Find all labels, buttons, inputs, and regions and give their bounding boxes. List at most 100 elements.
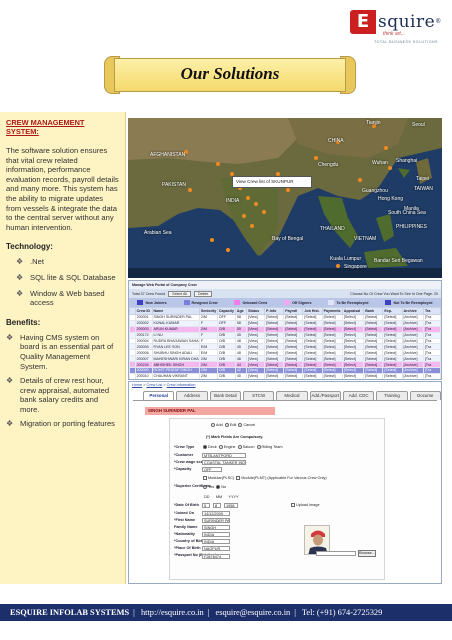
map-label: Taipei: [416, 176, 430, 182]
description-panel: CREW MANAGEMENT SYSTEM: The software sol…: [0, 112, 126, 584]
column-header: Payments: [321, 307, 343, 315]
dob-day-select[interactable]: 5: [202, 503, 210, 508]
joined-on-label: *Joined On: [174, 511, 195, 515]
passport-field[interactable]: F2878474: [202, 554, 230, 559]
family-name-field[interactable]: SINGH: [202, 525, 230, 530]
first-name-field[interactable]: SURINDER PAL: [202, 518, 230, 523]
country-of-birth-select[interactable]: INDIA: [202, 539, 230, 544]
no-radio[interactable]: [216, 485, 221, 489]
place-of-birth-label: *Place Of Birth: [174, 546, 201, 550]
tab-cdc[interactable]: Add. CDC: [342, 391, 375, 400]
module-checkbox[interactable]: [236, 476, 241, 480]
browse-button[interactable]: Browse...: [358, 550, 376, 557]
breadcrumb-crew-info[interactable]: Crew Information: [167, 383, 196, 387]
map-info-popup[interactable]: View Crew list of SKUNPUR: [232, 176, 312, 188]
column-header: Payroll: [283, 307, 304, 315]
add-radio[interactable]: [211, 423, 215, 427]
upload-image-checkbox[interactable]: [291, 503, 295, 507]
breadcrumb-crew-list[interactable]: Crew List: [146, 383, 162, 387]
status-legend: New Joiners Resigned Crew Onboard Crew O…: [129, 298, 441, 307]
tab-training[interactable]: Training: [376, 391, 408, 400]
crew-location-map[interactable]: Tianjin Seoul CHINA AFGHANISTAN PAKISTAN…: [128, 118, 442, 278]
dob-month-select[interactable]: 8: [213, 503, 221, 508]
tab-address[interactable]: Address: [176, 391, 208, 400]
yes-radio[interactable]: [203, 485, 207, 489]
deck-radio[interactable]: [203, 445, 207, 449]
capacity-select[interactable]: OFF: [202, 467, 222, 472]
column-header: Tra: [422, 307, 441, 315]
form-tabs: Personal Address Bank Detail STCW Medica…: [129, 389, 441, 400]
map-label: Kuala Lumpur: [330, 256, 362, 262]
column-header: Archive: [401, 307, 424, 315]
tab-passport[interactable]: Add./Passport: [309, 391, 341, 400]
row-action-link[interactable]: [Select]: [321, 372, 343, 379]
select-all-button[interactable]: Select All: [168, 290, 191, 297]
tab-bank-detail[interactable]: Bank Detail: [209, 391, 241, 400]
legend-item: New Joiners: [137, 300, 167, 305]
map-label: Manila: [404, 206, 419, 212]
table-cell[interactable]: CHAUHAN VIKRANT: [151, 372, 200, 379]
riding-team-radio[interactable]: [256, 445, 261, 449]
edit-radio[interactable]: [224, 423, 229, 427]
website-link[interactable]: http://esquire.co.in: [141, 608, 204, 617]
legend-swatch: [234, 300, 241, 305]
page-title: Our Solutions: [180, 64, 280, 83]
modular-checkbox[interactable]: [203, 476, 207, 480]
row-action-link[interactable]: [Select]: [382, 372, 403, 379]
cancel-radio[interactable]: [238, 423, 243, 427]
customer-label: *Customer: [174, 453, 194, 457]
grid-toolbar: Total 37 Crew Found Select All Delete Ch…: [129, 289, 441, 298]
date-column-headers: DD MM YYYY: [204, 495, 239, 499]
table-row[interactable]: 200010 CHAUHAN VIKRANT 2/M O/B 40 [View] [Sele…: [129, 372, 441, 379]
row-action-link[interactable]: [View]: [246, 372, 266, 379]
engine-radio[interactable]: [218, 445, 223, 449]
customer-select[interactable]: MTB-ANTPORD: [202, 453, 246, 458]
map-label: Tianjin: [366, 120, 381, 126]
tab-stcw[interactable]: STCW: [242, 391, 275, 400]
page-size-hint[interactable]: Choose No Of Crew You Want To See In One…: [350, 292, 438, 296]
nationality-select[interactable]: INDIA: [202, 532, 230, 537]
personal-form-panel: Add Edit Cancel (*) Mark Fields Are Comp…: [169, 418, 385, 580]
legend-swatch: [328, 300, 335, 305]
map-label: Bandar Seri Begawan: [374, 258, 423, 264]
tab-documents[interactable]: Docume: [409, 391, 441, 400]
column-header: Seniority: [198, 307, 218, 315]
map-footer-bar: [128, 268, 442, 278]
crew-name-header: SINGH SURINDER PAL: [145, 407, 275, 415]
upload-image-option: Upload Image: [290, 503, 320, 507]
logo-tagline: think art...: [383, 31, 405, 37]
row-action-link[interactable]: [Select]: [341, 372, 365, 379]
joined-on-field[interactable]: 14/12/2009: [202, 511, 230, 516]
list-item: ❖ Migration or porting features: [6, 419, 115, 429]
legend-item: Off Signers: [284, 300, 312, 305]
phone-number: Tel: (+91) 674-2725329: [301, 608, 383, 617]
email-link[interactable]: esquire@esquire.co.in: [216, 608, 291, 617]
column-header: Job Hist.: [302, 307, 323, 315]
benefits-heading: Benefits:: [6, 317, 41, 327]
row-action-link[interactable]: [Tra: [422, 372, 441, 379]
list-item: ❖ Having CMS system on board is an essent…: [6, 332, 114, 371]
breadcrumb: Home > Crew List > Crew Information: [132, 383, 196, 387]
tab-divider: [133, 400, 437, 401]
map-label: Bay of Bengal: [272, 236, 304, 242]
row-action-link[interactable]: [Select]: [302, 372, 323, 379]
breadcrumb-home[interactable]: Home: [132, 383, 142, 387]
map-label: Arabian Sea: [144, 230, 172, 236]
delete-button[interactable]: Delete: [193, 290, 213, 297]
tab-medical[interactable]: Medical: [276, 391, 308, 400]
list-item: ❖ .Net: [16, 257, 44, 267]
place-of-birth-field[interactable]: NAGPUR: [202, 546, 230, 551]
family-name-label: Family Name: [174, 525, 198, 529]
row-action-link[interactable]: [Select]: [264, 372, 285, 379]
row-action-link[interactable]: [Archive]: [401, 372, 424, 379]
image-path-input[interactable]: [316, 551, 356, 556]
saloon-radio[interactable]: [237, 445, 242, 449]
wage-scale-select[interactable]: COASTAL TANKER INDIA: [202, 460, 246, 465]
dob-year-select[interactable]: 1958: [224, 503, 238, 508]
row-action-link[interactable]: [Select]: [363, 372, 384, 379]
crew-table: Crew ID Name Seniority Capacity Age Status P-I…: [129, 307, 441, 379]
row-action-link[interactable]: [Select]: [283, 372, 304, 379]
crew-list-grid: Manage Web Portal of Company Crew Total …: [128, 280, 442, 380]
tab-personal[interactable]: Personal: [143, 391, 175, 400]
diamond-bullet-icon: ❖: [16, 272, 24, 282]
